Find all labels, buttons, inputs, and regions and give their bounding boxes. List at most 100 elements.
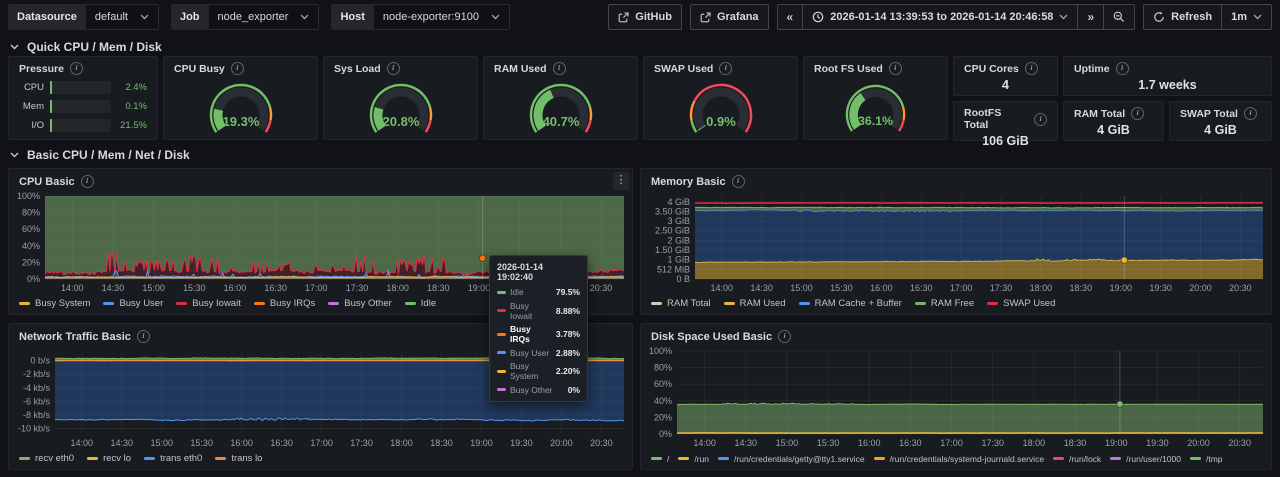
info-icon[interactable]: i: [137, 330, 150, 343]
info-icon[interactable]: i: [231, 62, 244, 75]
series-swatch: [144, 457, 155, 460]
series-swatch: [215, 457, 226, 460]
memory-basic-chart[interactable]: 0 B512 MiB1 GiB1.50 GiB2 GiB2.50 GiB3 Gi…: [643, 191, 1269, 294]
tooltip-row: Busy User2.88%: [497, 348, 580, 358]
section-basic-cpu-mem-net-disk[interactable]: Basic CPU / Mem / Net / Disk: [10, 148, 190, 162]
svg-text:80%: 80%: [654, 363, 672, 373]
panel-title: Uptime: [1074, 63, 1110, 75]
series-swatch: [497, 333, 506, 336]
panel-ram-used: RAM Usedi 40.7%: [483, 56, 638, 140]
panel-ram-total: RAM Totali 4 GiB: [1063, 101, 1164, 141]
refresh-button[interactable]: Refresh: [1143, 4, 1222, 30]
legend-item[interactable]: RAM Used: [724, 298, 786, 309]
svg-text:1 GiB: 1 GiB: [667, 255, 690, 265]
variable-job-value[interactable]: node_exporter: [209, 4, 320, 30]
info-icon[interactable]: i: [778, 330, 791, 343]
info-icon[interactable]: i: [1131, 107, 1144, 120]
legend-item[interactable]: Busy User: [103, 298, 163, 309]
chevron-down-icon: [1253, 14, 1262, 20]
svg-text:15:30: 15:30: [830, 283, 853, 293]
panel-title: RAM Total: [1074, 108, 1125, 120]
svg-text:-4 kb/s: -4 kb/s: [23, 383, 51, 393]
legend-item[interactable]: /run/credentials/systemd-journald.servic…: [874, 454, 1044, 464]
panel-cpu-cores: CPU Coresi 4: [953, 56, 1058, 96]
info-icon[interactable]: i: [1025, 62, 1038, 75]
legend-item[interactable]: RAM Free: [915, 298, 974, 309]
zoom-out-time-button[interactable]: [1103, 4, 1135, 30]
series-swatch: [87, 457, 98, 460]
legend-item[interactable]: RAM Cache + Buffer: [799, 298, 902, 309]
svg-text:40.7%: 40.7%: [542, 114, 579, 129]
github-link-button[interactable]: GitHub: [608, 4, 682, 30]
svg-text:60%: 60%: [22, 224, 40, 234]
panel-swap-used: SWAP Usedi 0.9%: [643, 56, 798, 140]
panel-menu-kebab-icon[interactable]: ⋮: [613, 172, 629, 190]
refresh-group: Refresh 1m: [1143, 4, 1272, 30]
legend-item[interactable]: /run/credentials/getty@tty1.service: [718, 454, 865, 464]
info-icon[interactable]: i: [719, 62, 732, 75]
series-swatch: [651, 457, 662, 460]
variable-datasource-value[interactable]: default: [86, 4, 159, 30]
legend-item[interactable]: trans lo: [215, 453, 262, 464]
refresh-interval-select[interactable]: 1m: [1221, 4, 1272, 30]
variable-datasource: Datasource default: [8, 4, 159, 30]
svg-text:20:30: 20:30: [590, 283, 613, 293]
svg-text:16:00: 16:00: [230, 438, 253, 448]
legend-item[interactable]: trans eth0: [144, 453, 202, 464]
svg-text:17:00: 17:00: [940, 438, 963, 448]
svg-text:18:00: 18:00: [1023, 438, 1046, 448]
legend-item[interactable]: /: [651, 454, 669, 464]
info-icon[interactable]: i: [81, 175, 94, 188]
svg-text:512 MiB: 512 MiB: [657, 264, 690, 274]
svg-text:19:00: 19:00: [470, 438, 493, 448]
svg-text:14:30: 14:30: [750, 283, 773, 293]
svg-text:-6 kb/s: -6 kb/s: [23, 396, 51, 406]
info-icon[interactable]: i: [387, 62, 400, 75]
ram-used-gauge: 40.7%: [484, 75, 637, 137]
variable-host-value[interactable]: node-exporter:9100: [374, 4, 510, 30]
time-shift-back-button[interactable]: «: [777, 4, 804, 30]
legend-item[interactable]: Idle: [405, 298, 436, 309]
info-icon[interactable]: i: [553, 62, 566, 75]
grafana-link-button[interactable]: Grafana: [690, 4, 769, 30]
legend-item[interactable]: Busy Iowait: [176, 298, 241, 309]
svg-text:100%: 100%: [649, 346, 672, 356]
disk-space-chart[interactable]: 0%20%40%60%80%100%14:0014:3015:0015:3016…: [643, 346, 1269, 449]
legend-item[interactable]: /run/lock: [1053, 454, 1101, 464]
info-icon[interactable]: i: [1034, 113, 1047, 126]
svg-text:20:30: 20:30: [1229, 283, 1252, 293]
legend-item[interactable]: Busy IRQs: [254, 298, 315, 309]
legend-item[interactable]: recv eth0: [19, 453, 74, 464]
legend-item[interactable]: /run: [678, 454, 709, 464]
svg-text:20:00: 20:00: [1189, 283, 1212, 293]
legend-item[interactable]: /run/user/1000: [1110, 454, 1181, 464]
info-icon[interactable]: i: [1116, 62, 1129, 75]
svg-text:20%: 20%: [22, 257, 40, 267]
time-range-picker[interactable]: 2026-01-14 13:39:53 to 2026-01-14 20:46:…: [802, 4, 1078, 30]
legend-item[interactable]: Busy Other: [328, 298, 392, 309]
svg-text:19:30: 19:30: [1149, 283, 1172, 293]
legend-item[interactable]: RAM Total: [651, 298, 711, 309]
panel-title: CPU Cores: [964, 63, 1019, 75]
legend-item[interactable]: /tmp: [1190, 454, 1223, 464]
svg-text:16:00: 16:00: [858, 438, 881, 448]
pressure-row-cpu: CPU 2.4%: [9, 81, 157, 94]
svg-text:0.9%: 0.9%: [706, 114, 736, 129]
uptime-value: 1.7 weeks: [1064, 78, 1271, 92]
tooltip-row: Busy IRQs3.78%: [497, 324, 580, 344]
swap-total-value: 4 GiB: [1170, 123, 1271, 137]
legend-item[interactable]: recv lo: [87, 453, 131, 464]
info-icon[interactable]: i: [70, 62, 83, 75]
info-icon[interactable]: i: [889, 62, 902, 75]
tooltip-timestamp: 2026-01-14 19:02:40: [497, 262, 580, 282]
legend-item[interactable]: Busy System: [19, 298, 90, 309]
chevron-down-icon: [300, 14, 309, 20]
time-shift-forward-button[interactable]: »: [1077, 4, 1104, 30]
top-actions: GitHub Grafana « 2026-01-14 13:39:53 to …: [608, 4, 1272, 30]
info-icon[interactable]: i: [1244, 107, 1257, 120]
svg-text:0%: 0%: [27, 274, 40, 284]
section-quick-cpu-mem-disk[interactable]: Quick CPU / Mem / Disk: [10, 40, 162, 54]
info-icon[interactable]: i: [732, 175, 745, 188]
legend-item[interactable]: SWAP Used: [987, 298, 1055, 309]
swap-used-gauge: 0.9%: [644, 75, 797, 137]
